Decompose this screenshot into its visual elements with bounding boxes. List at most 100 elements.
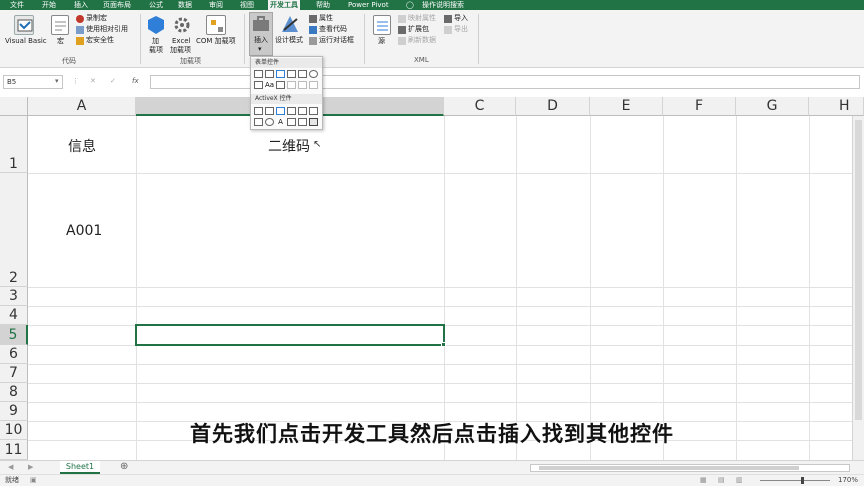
- row-header-1[interactable]: 1: [0, 116, 28, 173]
- ax-scrollbar-icon[interactable]: [309, 107, 318, 115]
- tab-formulas[interactable]: 公式: [147, 0, 165, 10]
- next-sheet-icon[interactable]: ▶: [28, 463, 33, 472]
- ax-combobox-icon[interactable]: [265, 107, 274, 115]
- tab-data[interactable]: 数据: [176, 0, 194, 10]
- row-header-6[interactable]: 6: [0, 345, 28, 364]
- add-sheet-icon[interactable]: ⊕: [120, 462, 128, 472]
- label-control-icon[interactable]: Aa: [265, 81, 274, 89]
- option-button-control-icon[interactable]: [309, 70, 318, 78]
- relative-ref-button[interactable]: 使用相对引用: [86, 25, 128, 34]
- column-header-c[interactable]: C: [444, 97, 516, 116]
- fill-handle[interactable]: [441, 342, 446, 347]
- macro-record-icon[interactable]: ▣: [30, 475, 37, 486]
- name-box[interactable]: B5: [3, 75, 63, 89]
- textfield-control-icon[interactable]: [287, 81, 296, 89]
- ax-listbox-icon[interactable]: [287, 107, 296, 115]
- sheet-tab-sheet1[interactable]: Sheet1: [60, 461, 100, 474]
- cell-a1[interactable]: 信息: [68, 136, 96, 156]
- combo-list-edit-icon[interactable]: [298, 81, 307, 89]
- cell-b1[interactable]: 二维码: [268, 136, 310, 156]
- select-all-corner[interactable]: [0, 97, 28, 116]
- tab-home[interactable]: 开始: [40, 0, 58, 10]
- zoom-slider-handle[interactable]: [801, 477, 804, 484]
- insert-control-button[interactable]: 插入: [254, 36, 268, 45]
- excel-addins-line1[interactable]: Excel: [172, 37, 191, 46]
- tab-file[interactable]: 文件: [8, 0, 26, 10]
- insert-function-icon[interactable]: fx: [132, 77, 139, 86]
- tab-page-layout[interactable]: 页面布局: [101, 0, 133, 10]
- button-control-icon[interactable]: [254, 70, 263, 78]
- zoom-level[interactable]: 170%: [838, 475, 858, 486]
- page-layout-view-icon[interactable]: ▤: [718, 475, 725, 486]
- groupbox-control-icon[interactable]: [254, 81, 263, 89]
- tab-review[interactable]: 审阅: [207, 0, 225, 10]
- more-controls-icon[interactable]: [309, 118, 318, 126]
- scrollbar-thumb[interactable]: [855, 120, 862, 420]
- column-header-e[interactable]: E: [590, 97, 663, 116]
- column-header-f[interactable]: F: [663, 97, 736, 116]
- ax-toggle-button-icon[interactable]: [298, 118, 307, 126]
- normal-view-icon[interactable]: ▦: [700, 475, 707, 486]
- record-macro-button[interactable]: 录制宏: [86, 14, 107, 23]
- properties-button[interactable]: 属性: [319, 14, 333, 23]
- map-properties-button[interactable]: 映射属性: [408, 14, 436, 23]
- tab-view[interactable]: 视图: [238, 0, 256, 10]
- run-dialog-button[interactable]: 运行对话框: [319, 36, 354, 45]
- combo-dropdown-edit-icon[interactable]: [309, 81, 318, 89]
- chevron-down-icon[interactable]: ▾: [55, 77, 59, 86]
- refresh-data-button[interactable]: 刷新数据: [408, 36, 436, 45]
- active-cell-b5[interactable]: [135, 324, 445, 346]
- addins-button-line2[interactable]: 载项: [149, 46, 163, 55]
- export-button[interactable]: 导出: [454, 25, 468, 34]
- ax-spinner-icon[interactable]: [254, 118, 263, 126]
- row-header-4[interactable]: 4: [0, 306, 28, 325]
- horizontal-scrollbar[interactable]: [530, 464, 850, 472]
- com-addins-button[interactable]: COM 加载项: [196, 37, 236, 46]
- column-header-g[interactable]: G: [736, 97, 809, 116]
- ax-button-icon[interactable]: [254, 107, 263, 115]
- import-button[interactable]: 导入: [454, 14, 468, 23]
- excel-addins-line2[interactable]: 加载项: [170, 46, 191, 55]
- tab-developer[interactable]: 开发工具: [268, 0, 300, 10]
- column-header-d[interactable]: D: [516, 97, 590, 116]
- zoom-slider[interactable]: [760, 480, 830, 481]
- scrollbar-thumb[interactable]: [539, 466, 799, 470]
- tab-insert[interactable]: 插入: [72, 0, 90, 10]
- row-header-5[interactable]: 5: [0, 325, 28, 345]
- enter-icon[interactable]: ✓: [110, 77, 116, 86]
- listbox-control-icon[interactable]: [298, 70, 307, 78]
- design-mode-button[interactable]: 设计模式: [275, 36, 303, 45]
- ax-textbox-icon[interactable]: [298, 107, 307, 115]
- ax-checkbox-icon[interactable]: [276, 107, 285, 115]
- vertical-scrollbar[interactable]: [852, 116, 864, 460]
- page-break-view-icon[interactable]: ▥: [736, 475, 743, 486]
- warning-icon: [76, 37, 84, 45]
- prev-sheet-icon[interactable]: ◀: [8, 463, 13, 472]
- macros-button[interactable]: 宏: [57, 37, 64, 46]
- view-code-button[interactable]: 查看代码: [319, 25, 347, 34]
- combobox-control-icon[interactable]: [265, 70, 274, 78]
- cancel-icon[interactable]: ✕: [90, 77, 96, 86]
- macro-security-button[interactable]: 宏安全性: [86, 36, 114, 45]
- row-header-7[interactable]: 7: [0, 364, 28, 383]
- row-header-8[interactable]: 8: [0, 383, 28, 402]
- addins-button-line1[interactable]: 加: [152, 37, 159, 46]
- tab-help[interactable]: 帮助: [314, 0, 332, 10]
- tab-power-pivot[interactable]: Power Pivot: [346, 0, 391, 10]
- expansion-pack-button[interactable]: 扩展包: [408, 25, 429, 34]
- row-header-2[interactable]: 2: [0, 173, 28, 287]
- spinner-control-icon[interactable]: [287, 70, 296, 78]
- row-header-3[interactable]: 3: [0, 287, 28, 306]
- tell-me-search[interactable]: 操作说明搜索: [420, 0, 466, 10]
- checkbox-control-icon[interactable]: [276, 70, 285, 78]
- ax-option-button-icon[interactable]: [265, 118, 274, 126]
- column-header-a[interactable]: A: [28, 97, 136, 116]
- xml-source-button[interactable]: 源: [378, 37, 385, 46]
- scrollbar-control-icon[interactable]: [276, 81, 285, 89]
- ax-label-icon[interactable]: A: [276, 118, 285, 126]
- worksheet-grid[interactable]: A B C D E F G H 1 2 3 4 5 6 7 8 9 10 11: [0, 97, 864, 460]
- column-header-h[interactable]: H: [809, 97, 864, 116]
- visual-basic-button[interactable]: Visual Basic: [5, 37, 47, 46]
- ax-image-icon[interactable]: [287, 118, 296, 126]
- cell-a2[interactable]: A001: [66, 223, 102, 239]
